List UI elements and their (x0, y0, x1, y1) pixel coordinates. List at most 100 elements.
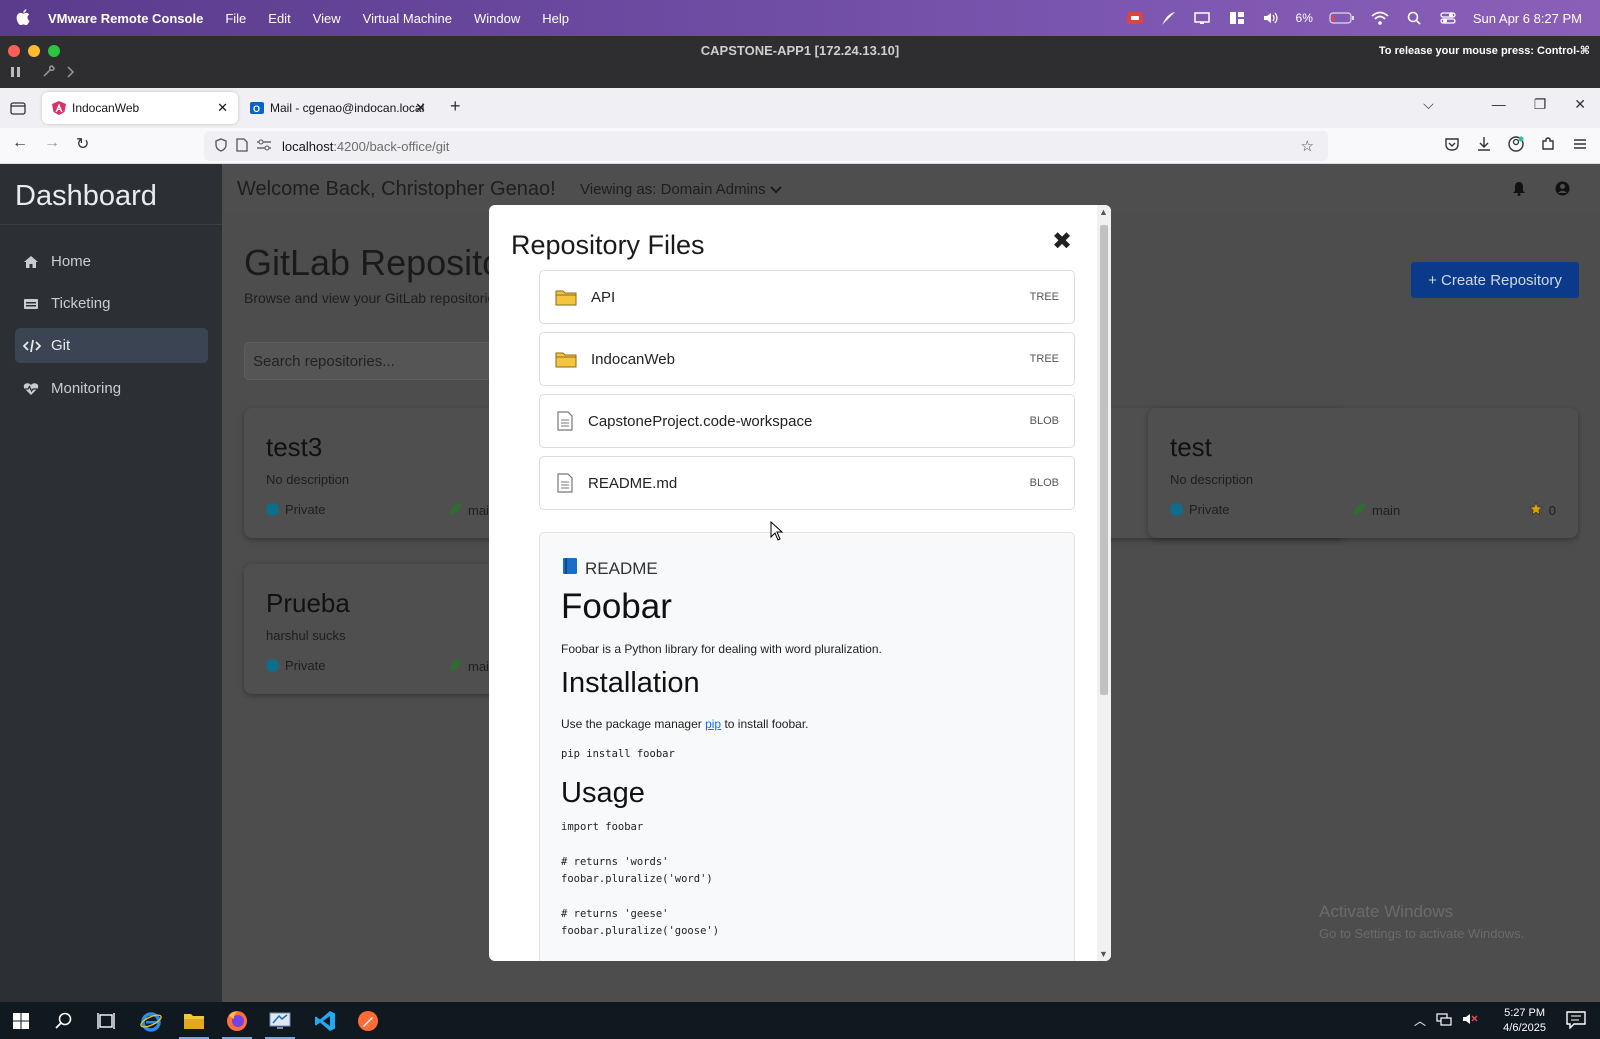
restore-icon[interactable]: ❐ (1534, 96, 1547, 113)
menu-virtual-machine[interactable]: Virtual Machine (363, 11, 452, 26)
windows-start-icon[interactable] (9, 1009, 33, 1033)
file-name: API (591, 288, 616, 306)
task-view-icon[interactable] (94, 1009, 118, 1033)
viewing-as-label: Viewing as: Domain Admins (580, 181, 766, 198)
repo-description: No description (1170, 472, 1254, 487)
hamburger-menu-icon[interactable] (1572, 136, 1588, 157)
tab-indocanweb[interactable]: IndocanWeb ✕ (42, 92, 238, 124)
folder-icon (555, 350, 577, 368)
file-explorer-icon[interactable] (182, 1009, 206, 1033)
close-tab-icon[interactable]: ✕ (217, 100, 228, 116)
repo-name[interactable]: test3 (266, 432, 322, 463)
spotlight-search-icon[interactable] (1405, 9, 1423, 27)
close-icon[interactable]: ✕ (1574, 96, 1586, 113)
file-row-workspace[interactable]: CapstoneProject.code-workspace BLOB (539, 394, 1075, 448)
new-tab-icon[interactable]: + (450, 96, 461, 117)
url-bar[interactable]: localhost:4200/back-office/git ☆ (204, 131, 1328, 161)
menu-help[interactable]: Help (542, 11, 569, 26)
sidebar-divider (0, 224, 222, 225)
app-name[interactable]: VMware Remote Console (48, 11, 203, 26)
pause-icon[interactable] (10, 65, 22, 83)
bell-icon[interactable] (1512, 181, 1526, 201)
postman-icon[interactable] (356, 1009, 380, 1033)
outlook-favicon-icon: O (250, 101, 264, 115)
back-icon[interactable]: ← (12, 134, 28, 154)
close-tab-icon[interactable]: ✕ (415, 100, 426, 116)
app-status-icon[interactable] (1126, 9, 1144, 27)
download-icon[interactable] (1476, 136, 1492, 157)
menu-edit[interactable]: Edit (268, 11, 290, 26)
shield-icon[interactable] (214, 137, 228, 155)
minimize-icon[interactable]: — (1492, 96, 1506, 113)
code-line: foobar.pluralize('word') (561, 873, 713, 885)
extensions-icon[interactable] (1540, 136, 1556, 157)
wifi-icon[interactable] (1371, 9, 1389, 27)
network-icon[interactable] (1436, 1012, 1452, 1029)
tab-mail[interactable]: O Mail - cgenao@indocan.local ✕ (240, 92, 436, 124)
file-row-readme[interactable]: README.md BLOB (539, 456, 1075, 510)
file-row-indocanweb[interactable]: IndocanWeb TREE (539, 332, 1075, 386)
menubar-clock[interactable]: Sun Apr 6 8:27 PM (1473, 11, 1582, 26)
vscode-icon[interactable] (313, 1009, 337, 1033)
feather-icon[interactable] (1160, 9, 1178, 27)
scroll-up-icon[interactable]: ▲ (1099, 207, 1108, 217)
sidebar-item-git[interactable]: Git (15, 328, 208, 363)
page-icon[interactable] (236, 137, 248, 155)
permissions-icon[interactable] (256, 138, 272, 155)
close-modal-icon[interactable]: ✖ (1052, 227, 1072, 256)
viewing-as-dropdown[interactable]: Viewing as: Domain Admins (580, 181, 782, 198)
search-input[interactable]: Search repositories... (244, 342, 504, 380)
battery-percent: 6% (1295, 11, 1313, 25)
account-icon[interactable] (1508, 136, 1524, 157)
sidebar-item-monitoring[interactable]: Monitoring (15, 371, 208, 406)
battery-icon[interactable] (1329, 9, 1355, 27)
sidebar-item-ticketing[interactable]: Ticketing (15, 286, 208, 321)
apple-icon[interactable] (16, 8, 34, 28)
repository-files-modal: Repository Files ✖ API TREE IndocanWeb T… (489, 205, 1111, 961)
install-command: pip install foobar (561, 748, 675, 760)
file-row-api[interactable]: API TREE (539, 270, 1075, 324)
volume-icon[interactable] (1262, 9, 1280, 27)
create-repository-button[interactable]: + Create Repository (1411, 262, 1579, 298)
firefox-icon[interactable] (225, 1009, 249, 1033)
reload-icon[interactable]: ↻ (76, 134, 89, 154)
scroll-down-icon[interactable]: ▼ (1099, 949, 1108, 959)
user-circle-icon[interactable] (1555, 181, 1570, 201)
bookmark-star-icon[interactable]: ☆ (1301, 137, 1314, 155)
taskbar-clock[interactable]: 5:27 PM 4/6/2025 (1503, 1006, 1546, 1036)
star-icon (1529, 502, 1543, 519)
svg-text:O: O (253, 104, 260, 114)
chevron-down-icon (770, 181, 782, 198)
forward-icon[interactable]: → (44, 134, 60, 154)
repo-card-test[interactable]: test No description Private main 0 (1148, 408, 1578, 538)
menu-file[interactable]: File (225, 11, 246, 26)
pocket-icon[interactable] (1444, 136, 1460, 157)
internet-explorer-icon[interactable] (139, 1009, 163, 1033)
repo-name[interactable]: Prueba (266, 588, 350, 619)
vmware-titlebar: CAPSTONE-APP1 [172.24.13.10] To release … (0, 36, 1600, 88)
layout-icon[interactable] (1228, 9, 1246, 27)
chevron-right-icon[interactable] (66, 65, 76, 83)
repo-name[interactable]: test (1170, 432, 1212, 463)
wrench-icon[interactable] (42, 64, 56, 83)
tray-chevron-up-icon[interactable]: ︿ (1414, 1012, 1426, 1029)
tab-list-icon[interactable] (10, 100, 26, 121)
control-center-icon[interactable] (1439, 9, 1457, 27)
windows-taskbar: ︿ 5:27 PM 4/6/2025 (0, 1002, 1600, 1039)
branch-label: main (1372, 503, 1401, 518)
list-all-tabs-icon[interactable]: ⌵ (1423, 96, 1434, 113)
menu-window[interactable]: Window (474, 11, 520, 26)
modal-scrollbar[interactable]: ▲ ▼ (1097, 205, 1111, 961)
search-icon[interactable] (52, 1009, 76, 1033)
repo-description: No description (266, 472, 350, 487)
display-icon[interactable] (1193, 9, 1212, 27)
sidebar-item-home[interactable]: Home (15, 244, 208, 279)
pip-link[interactable]: pip (705, 717, 721, 731)
remote-desktop-icon[interactable] (268, 1009, 292, 1033)
sidebar-brand[interactable]: Dashboard (15, 180, 157, 213)
speaker-muted-icon[interactable] (1462, 1012, 1478, 1029)
menu-view[interactable]: View (313, 11, 341, 26)
action-center-icon[interactable] (1566, 1011, 1586, 1034)
scrollbar-thumb[interactable] (1100, 225, 1108, 695)
ticket-icon (23, 297, 41, 311)
